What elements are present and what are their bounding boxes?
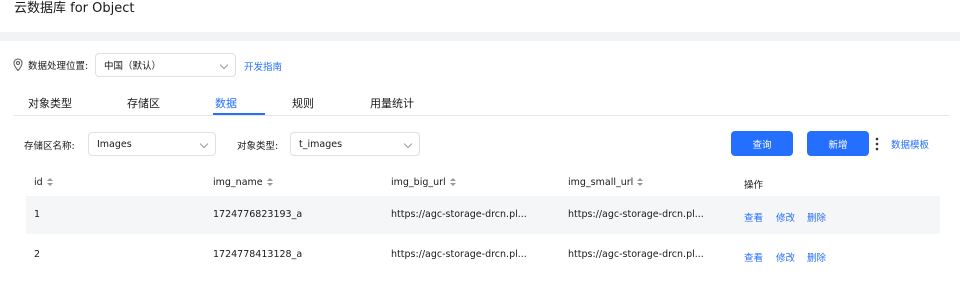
column-header-actions: 操作 [744,180,764,191]
tab-data[interactable]: 数据 [215,95,237,111]
column-header-img-name[interactable]: img_name [213,177,273,188]
delete-link[interactable]: 删除 [807,250,826,264]
cell-img-small-url: https://agc-storage-drcn.pl... [568,209,704,220]
sort-icon [46,178,53,187]
table-row: 2 1724778413128_a https://agc-storage-dr… [26,236,940,274]
table-row: 1 1724776823193_a https://agc-storage-dr… [26,196,940,234]
section-divider [0,32,960,41]
page-title: 云数据库 for Object [14,1,135,16]
cell-img-name: 1724776823193_a [213,209,303,220]
more-vertical-icon[interactable] [875,137,879,151]
view-link[interactable]: 查看 [744,210,763,224]
tab-usage-stats[interactable]: 用量统计 [370,95,414,111]
sort-icon [449,178,456,187]
view-link[interactable]: 查看 [744,250,763,264]
cell-img-small-url: https://agc-storage-drcn.pl... [568,249,704,260]
tab-storage-zones[interactable]: 存储区 [127,95,160,111]
object-type-select[interactable]: t_images [290,132,420,156]
zone-name-label: 存储区名称: [24,141,75,152]
sort-icon [266,178,273,187]
location-select-value: 中国（默认） [104,61,162,72]
location-label: 数据处理位置: [28,61,89,72]
object-type-label: 对象类型: [237,141,279,152]
cell-img-name: 1724778413128_a [213,249,303,260]
column-header-img-small-url[interactable]: img_small_url [568,177,644,188]
location-select[interactable]: 中国（默认） [95,53,236,77]
column-header-img-big-url[interactable]: img_big_url [391,177,456,188]
cell-img-big-url: https://agc-storage-drcn.pl... [391,249,527,260]
data-template-link[interactable]: 数据模板 [891,137,929,151]
zone-name-select[interactable]: Images [88,132,216,156]
tab-rules[interactable]: 规则 [292,95,314,111]
tab-bar: 对象类型 存储区 数据 规则 用量统计 [14,92,950,116]
dev-guide-link[interactable]: 开发指南 [244,59,282,73]
sort-icon [637,178,644,187]
edit-link[interactable]: 修改 [776,210,795,224]
chevron-down-icon [199,139,209,149]
object-type-value: t_images [299,138,343,150]
chevron-down-icon [403,139,413,149]
active-tab-indicator [213,113,265,115]
location-pin-icon [13,58,23,72]
tab-object-types[interactable]: 对象类型 [28,95,72,111]
query-button[interactable]: 查询 [731,131,793,156]
table-header: id img_name img_big_url img_small_url 操作 [26,170,940,196]
location-row: 数据处理位置: [12,53,94,77]
zone-name-value: Images [97,138,132,150]
cell-id: 2 [34,249,41,260]
edit-link[interactable]: 修改 [776,250,795,264]
cell-id: 1 [34,209,41,220]
add-button[interactable]: 新增 [807,131,869,156]
delete-link[interactable]: 删除 [807,210,826,224]
top-bar: 云数据库 for Object [0,0,960,32]
chevron-down-icon [219,60,229,70]
cell-img-big-url: https://agc-storage-drcn.pl... [391,209,527,220]
column-header-id[interactable]: id [34,177,53,188]
